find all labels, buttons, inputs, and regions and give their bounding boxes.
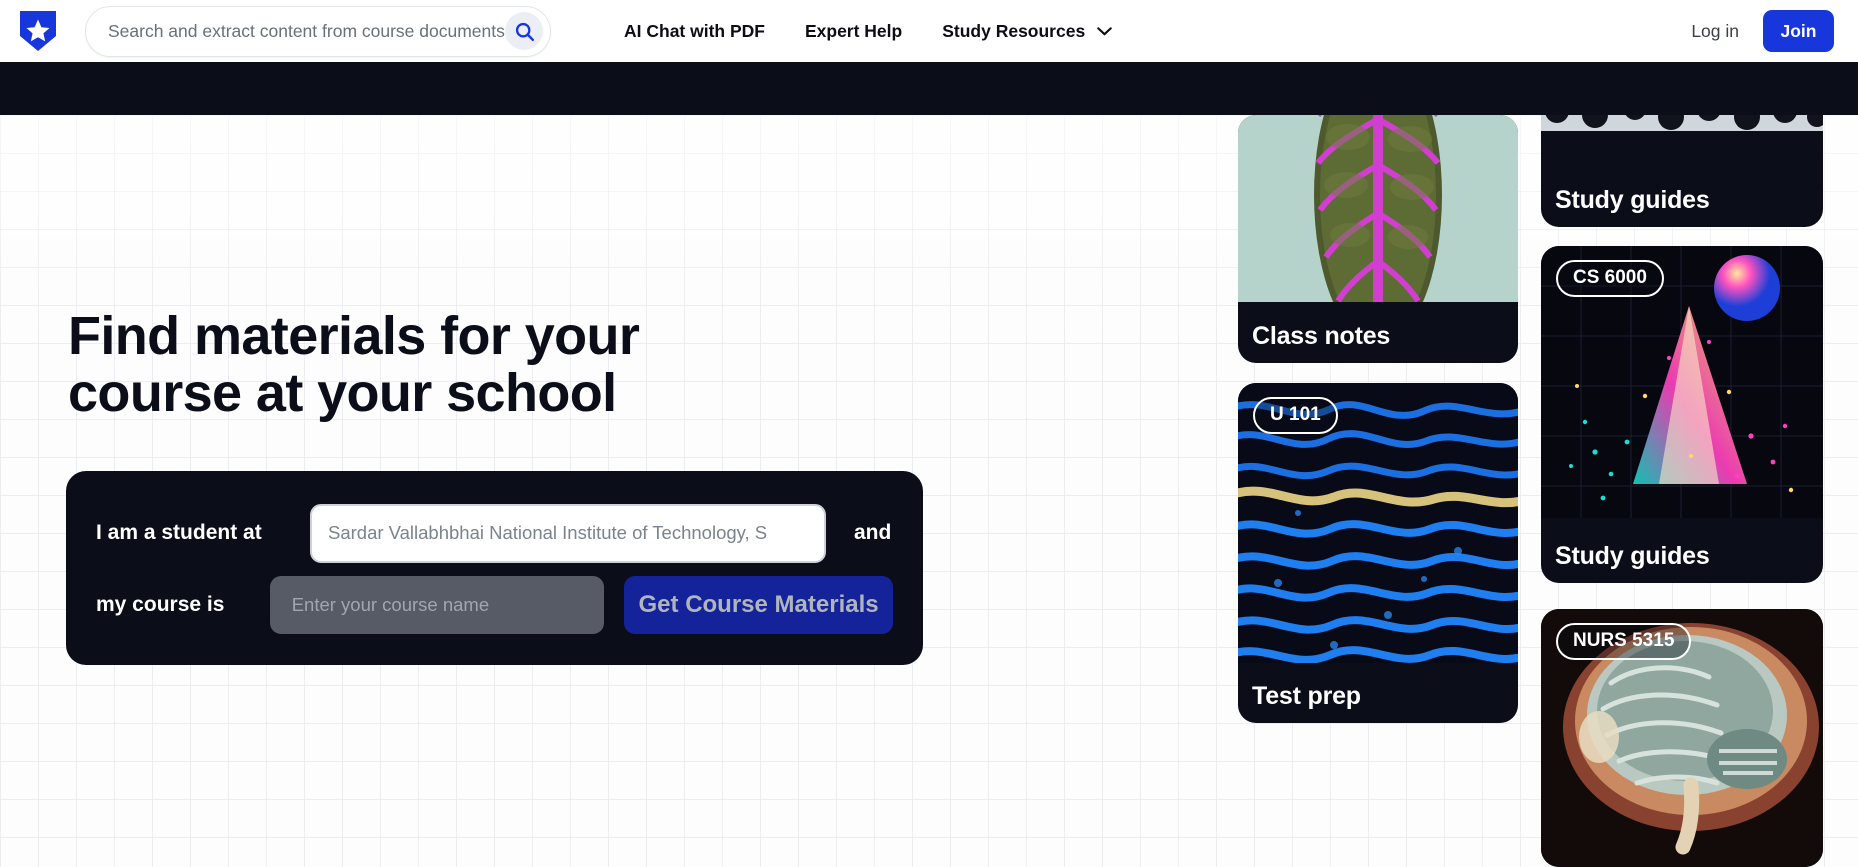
course-finder-form: I am a student at and my course is Get C… [66,471,923,665]
course-input[interactable] [269,576,605,634]
page-body: Find materials for your course at your s… [0,115,1858,867]
category-card-collage: Class notes U 101 Test prep Study guides… [1238,115,1858,867]
card-title: Test prep [1252,682,1361,710]
search-icon [515,22,534,41]
school-field-label: I am a student at [96,521,262,544]
chevron-down-icon [1097,26,1112,35]
hero-section: Find materials for your course at your s… [0,115,1140,867]
top-navigation-bar: AI Chat with PDF Expert Help Study Resou… [0,0,1858,62]
nav-link-label: Expert Help [804,20,903,41]
school-input[interactable] [310,503,826,563]
primary-nav-links: AI Chat with PDF Expert Help Study Resou… [604,21,1132,42]
get-course-materials-button[interactable]: Get Course Materials [624,576,893,634]
nav-link-label: Study Resources [942,20,1086,41]
account-actions: Log in Join [1667,10,1858,52]
log-in-link[interactable]: Log in [1667,21,1763,42]
join-button[interactable]: Join [1763,10,1834,52]
nav-link-ai-chat-with-pdf[interactable]: AI Chat with PDF [604,21,785,42]
and-label: and [854,521,892,544]
nav-link-expert-help[interactable]: Expert Help [785,21,922,42]
cell-micrograph-image [1541,115,1823,163]
search-button[interactable] [505,12,543,50]
leaf-macro-image [1238,115,1518,302]
form-row-school: I am a student at and [96,497,893,569]
card-title: Study guides [1555,186,1710,214]
category-card-study-guides-top[interactable]: Study guides [1541,115,1823,227]
nav-link-label: AI Chat with PDF [624,20,765,41]
header-dark-band [0,62,1858,115]
form-row-course: my course is Get Course Materials [96,569,893,641]
card-course-badge: U 101 [1253,397,1338,434]
category-card-test-prep[interactable]: U 101 Test prep [1238,383,1518,723]
search-input[interactable] [108,20,508,42]
card-title: Study guides [1555,542,1710,570]
card-course-badge: NURS 5315 [1556,623,1692,660]
global-search[interactable] [85,5,551,57]
card-title: Class notes [1252,322,1391,350]
nav-link-study-resources[interactable]: Study Resources [922,21,1132,42]
category-card-nursing[interactable]: NURS 5315 [1541,609,1823,867]
course-field-label: my course is [96,593,225,616]
category-card-class-notes[interactable]: Class notes [1238,115,1518,363]
category-card-study-guides-mid[interactable]: CS 6000 Study guides [1541,246,1823,583]
page-title: Find materials for your course at your s… [68,306,640,424]
card-course-badge: CS 6000 [1556,260,1664,297]
shield-star-logo[interactable] [18,10,58,52]
